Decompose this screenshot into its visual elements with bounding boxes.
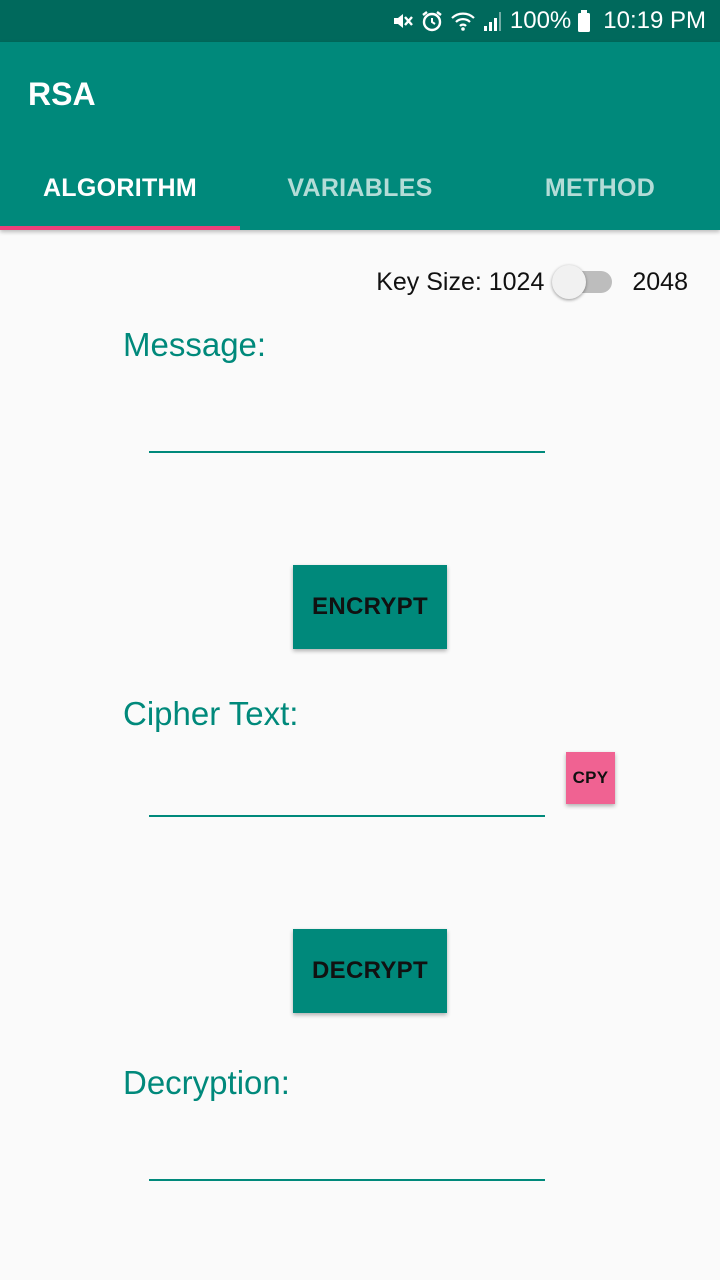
- message-label: Message:: [123, 326, 267, 363]
- decrypt-button[interactable]: DECRYPT: [293, 929, 447, 1013]
- tab-variables[interactable]: VARIABLES: [240, 146, 480, 230]
- key-size-switch[interactable]: [552, 262, 616, 302]
- decryption-label: Decryption:: [123, 1064, 290, 1101]
- switch-thumb: [552, 265, 587, 299]
- tab-method-label: METHOD: [544, 173, 656, 202]
- tab-algorithm-label: ALGORITHM: [42, 173, 198, 202]
- cipher-text-label: Cipher Text:: [123, 695, 299, 732]
- signal-icon: [482, 9, 502, 33]
- app-bar: RSA ALGORITHM VARIABLES METHOD: [0, 42, 720, 230]
- mute-icon: [390, 9, 414, 33]
- cipher-text-field[interactable]: [149, 777, 545, 817]
- key-size-row: Key Size: 1024 2048: [376, 262, 688, 302]
- key-size-label: Key Size: 1024: [376, 267, 545, 296]
- tab-algorithm[interactable]: ALGORITHM: [0, 146, 240, 230]
- tab-bar: ALGORITHM VARIABLES METHOD: [0, 146, 720, 230]
- message-input[interactable]: [149, 413, 545, 453]
- status-bar: 100% 10:19 PM: [0, 0, 720, 42]
- tab-indicator: [0, 226, 240, 230]
- tab-variables-label: VARIABLES: [287, 173, 433, 202]
- battery-icon: [577, 9, 591, 33]
- tab-method[interactable]: METHOD: [480, 146, 720, 230]
- copy-button[interactable]: CPY: [566, 752, 615, 804]
- alarm-icon: [420, 9, 444, 33]
- decryption-field[interactable]: [149, 1141, 545, 1181]
- key-size-alt-label: 2048: [632, 267, 688, 296]
- battery-percent: 100%: [509, 7, 572, 34]
- encrypt-button[interactable]: ENCRYPT: [293, 565, 447, 649]
- wifi-icon: [450, 9, 476, 33]
- app-title: RSA: [28, 76, 96, 112]
- status-time: 10:19 PM: [603, 7, 706, 34]
